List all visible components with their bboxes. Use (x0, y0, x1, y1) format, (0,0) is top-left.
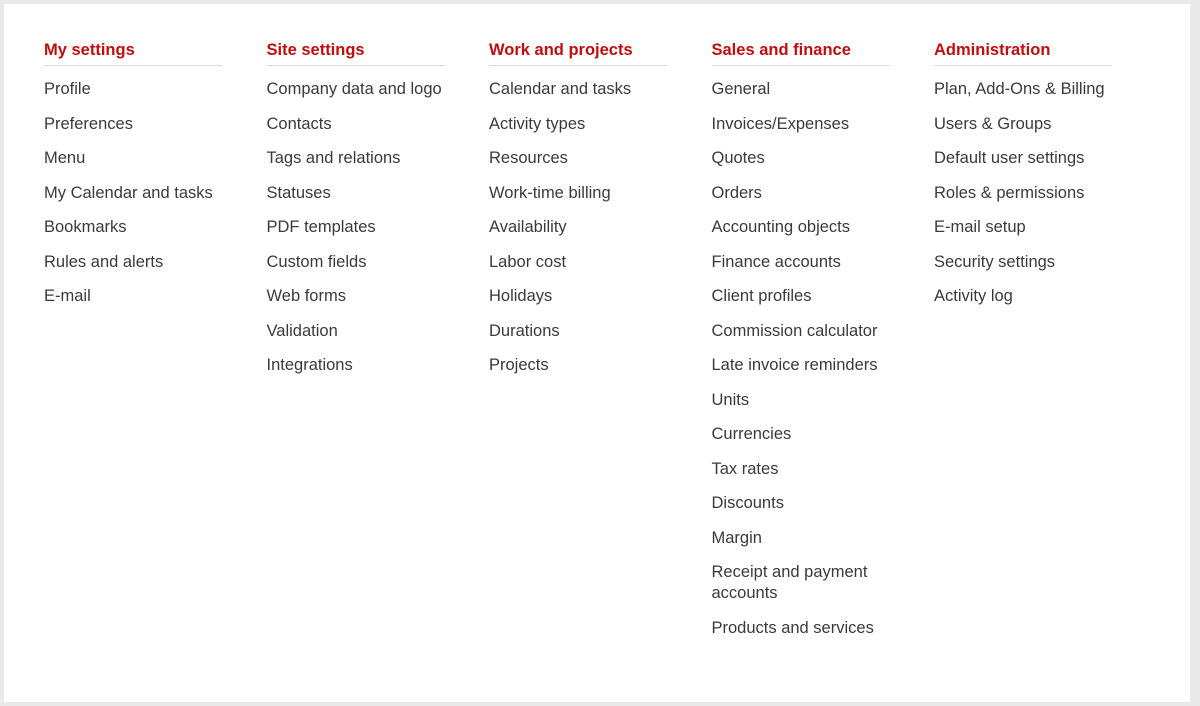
settings-link-company-data[interactable]: Company data and logo (267, 79, 445, 100)
settings-link-labor-cost[interactable]: Labor cost (489, 252, 667, 273)
column-my-settings: My settings Profile Preferences Menu My … (44, 40, 222, 652)
settings-link-resources[interactable]: Resources (489, 148, 667, 169)
settings-link-validation[interactable]: Validation (267, 321, 445, 342)
settings-link-invoices-expenses[interactable]: Invoices/Expenses (712, 114, 890, 135)
settings-link-margin[interactable]: Margin (712, 528, 890, 549)
settings-link-email-setup[interactable]: E-mail setup (934, 217, 1112, 238)
settings-link-tags-relations[interactable]: Tags and relations (267, 148, 445, 169)
settings-link-default-user-settings[interactable]: Default user settings (934, 148, 1112, 169)
column-administration: Administration Plan, Add-Ons & Billing U… (934, 40, 1112, 652)
settings-list: General Invoices/Expenses Quotes Orders … (712, 79, 890, 639)
settings-list: Plan, Add-Ons & Billing Users & Groups D… (934, 79, 1112, 307)
settings-link-email[interactable]: E-mail (44, 286, 222, 307)
settings-link-rules-alerts[interactable]: Rules and alerts (44, 252, 222, 273)
settings-link-plan-billing[interactable]: Plan, Add-Ons & Billing (934, 79, 1112, 100)
settings-link-pdf-templates[interactable]: PDF templates (267, 217, 445, 238)
settings-link-calendar-tasks[interactable]: Calendar and tasks (489, 79, 667, 100)
settings-list: Calendar and tasks Activity types Resour… (489, 79, 667, 376)
settings-link-receipt-payment-accounts[interactable]: Receipt and payment accounts (712, 562, 890, 604)
column-title: Site settings (266, 40, 445, 66)
settings-link-work-time-billing[interactable]: Work-time billing (489, 183, 667, 204)
settings-link-discounts[interactable]: Discounts (712, 493, 890, 514)
settings-link-products-services[interactable]: Products and services (712, 618, 890, 639)
settings-link-orders[interactable]: Orders (712, 183, 890, 204)
settings-link-accounting-objects[interactable]: Accounting objects (712, 217, 890, 238)
settings-link-late-invoice-reminders[interactable]: Late invoice reminders (712, 355, 890, 376)
settings-link-integrations[interactable]: Integrations (267, 355, 445, 376)
settings-link-security-settings[interactable]: Security settings (934, 252, 1112, 273)
settings-link-custom-fields[interactable]: Custom fields (267, 252, 445, 273)
settings-link-profile[interactable]: Profile (44, 79, 222, 100)
settings-link-holidays[interactable]: Holidays (489, 286, 667, 307)
settings-link-preferences[interactable]: Preferences (44, 114, 222, 135)
settings-link-units[interactable]: Units (712, 390, 890, 411)
settings-columns: My settings Profile Preferences Menu My … (44, 40, 1157, 652)
column-site-settings: Site settings Company data and logo Cont… (266, 40, 445, 652)
settings-link-contacts[interactable]: Contacts (267, 114, 445, 135)
settings-link-roles-permissions[interactable]: Roles & permissions (934, 183, 1112, 204)
settings-link-menu[interactable]: Menu (44, 148, 222, 169)
settings-link-durations[interactable]: Durations (489, 321, 667, 342)
settings-link-client-profiles[interactable]: Client profiles (712, 286, 890, 307)
settings-link-quotes[interactable]: Quotes (712, 148, 890, 169)
settings-link-activity-log[interactable]: Activity log (934, 286, 1112, 307)
settings-link-bookmarks[interactable]: Bookmarks (44, 217, 222, 238)
settings-link-currencies[interactable]: Currencies (712, 424, 890, 445)
column-title: Sales and finance (711, 40, 890, 66)
settings-link-web-forms[interactable]: Web forms (267, 286, 445, 307)
settings-link-my-calendar[interactable]: My Calendar and tasks (44, 183, 222, 204)
column-work-projects: Work and projects Calendar and tasks Act… (489, 40, 667, 652)
settings-list: Company data and logo Contacts Tags and … (267, 79, 445, 376)
settings-link-finance-accounts[interactable]: Finance accounts (712, 252, 890, 273)
column-title: My settings (44, 40, 222, 66)
column-sales-finance: Sales and finance General Invoices/Expen… (711, 40, 890, 652)
settings-link-availability[interactable]: Availability (489, 217, 667, 238)
settings-link-projects[interactable]: Projects (489, 355, 667, 376)
settings-link-tax-rates[interactable]: Tax rates (712, 459, 890, 480)
settings-link-users-groups[interactable]: Users & Groups (934, 114, 1112, 135)
column-title: Administration (934, 40, 1112, 66)
settings-panel: My settings Profile Preferences Menu My … (4, 4, 1193, 702)
settings-link-activity-types[interactable]: Activity types (489, 114, 667, 135)
settings-link-general[interactable]: General (712, 79, 890, 100)
column-title: Work and projects (489, 40, 667, 66)
settings-link-statuses[interactable]: Statuses (267, 183, 445, 204)
settings-link-commission-calculator[interactable]: Commission calculator (712, 321, 890, 342)
settings-list: Profile Preferences Menu My Calendar and… (44, 79, 222, 307)
